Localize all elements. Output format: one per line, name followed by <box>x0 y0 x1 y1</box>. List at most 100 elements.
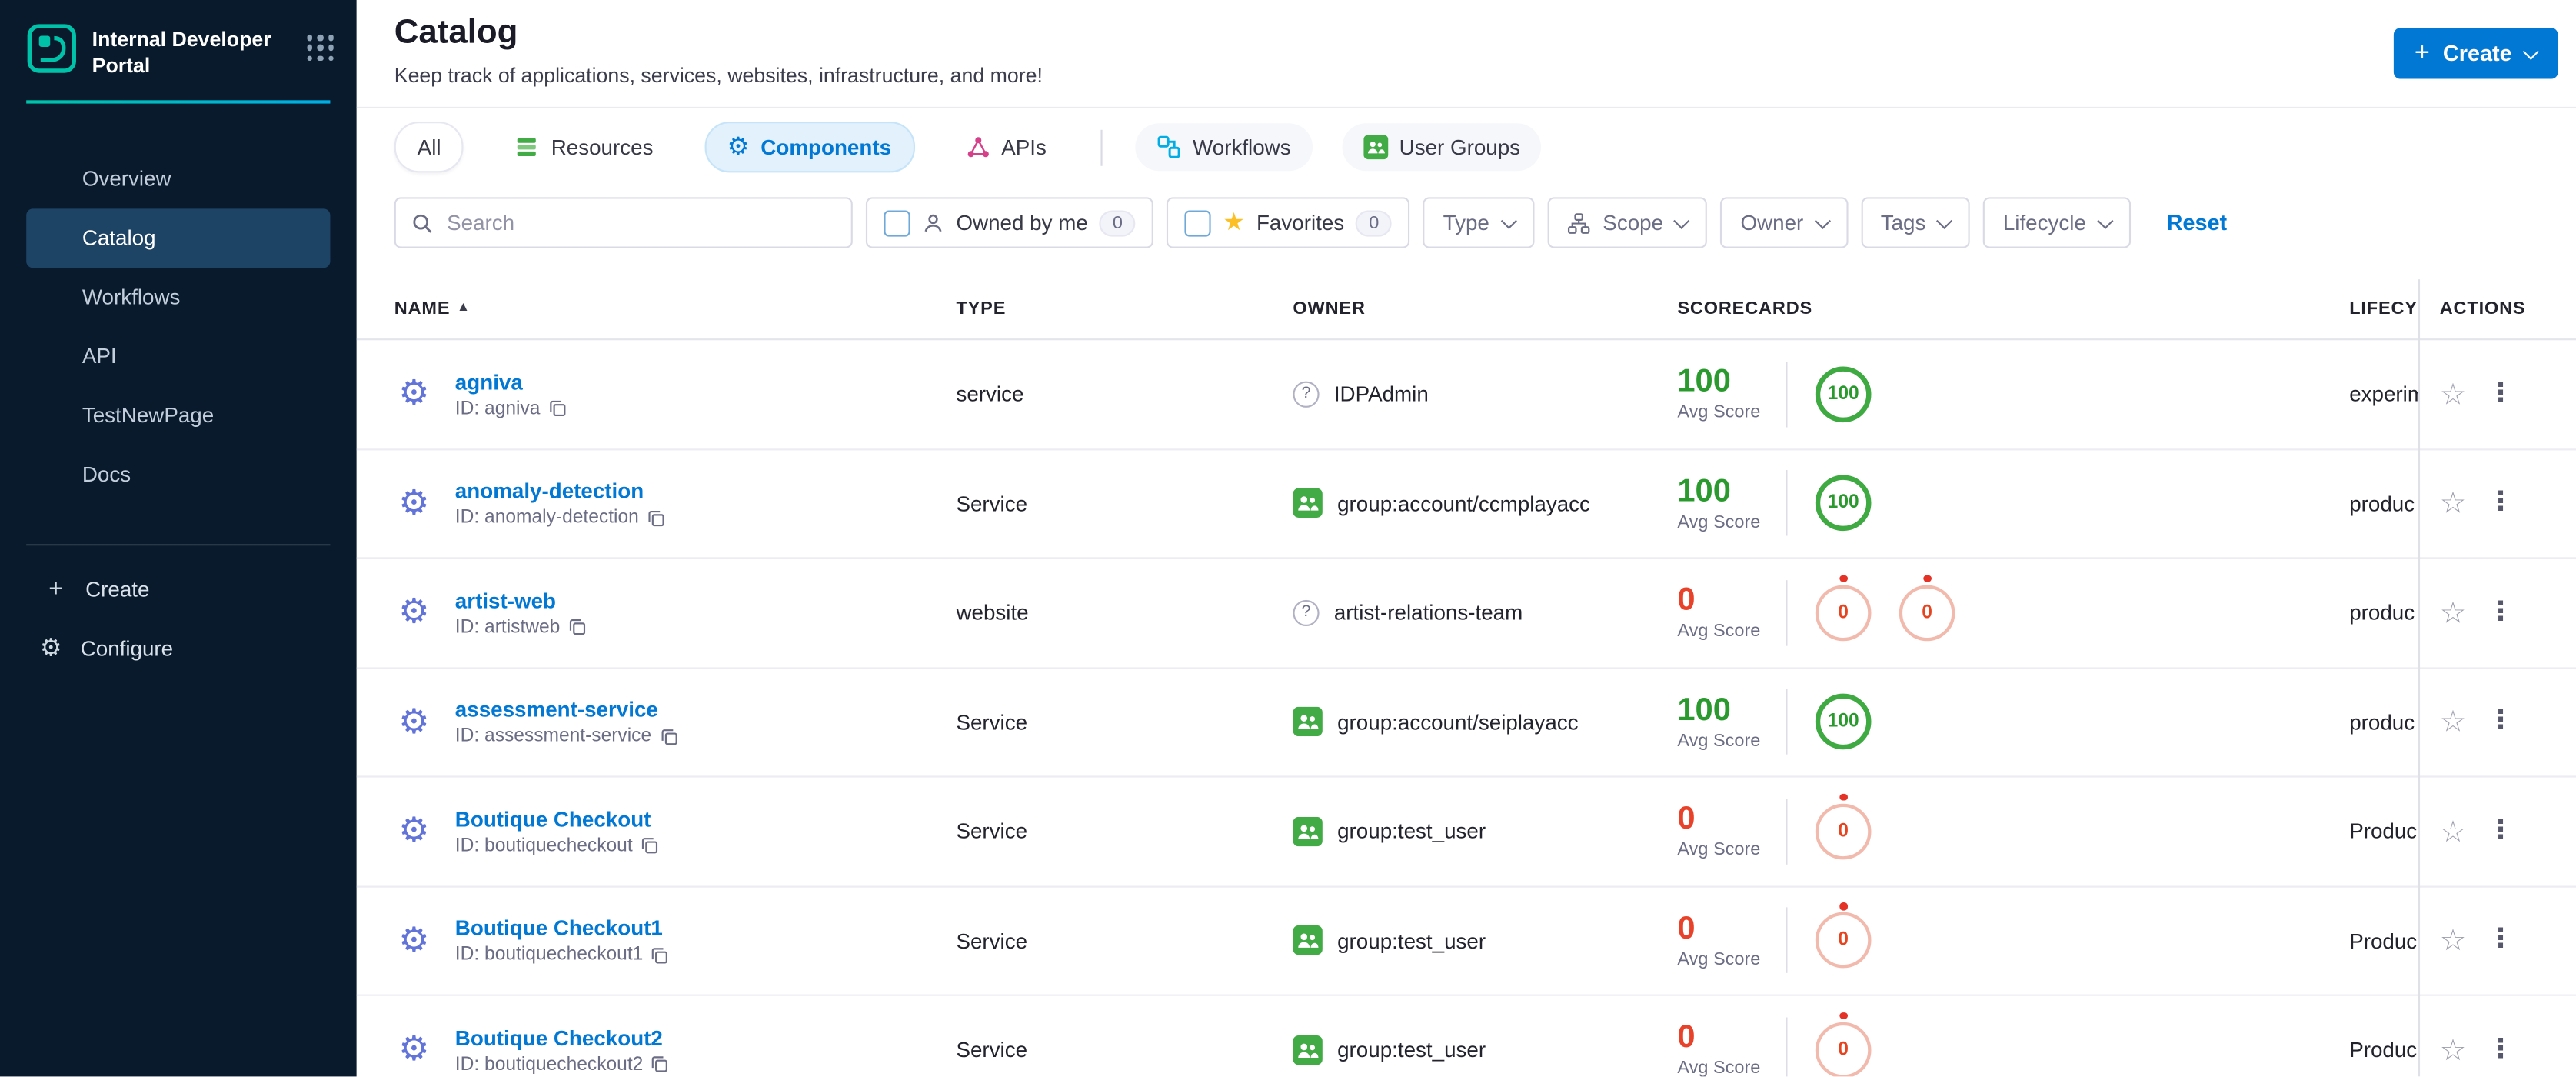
favorite-star-icon[interactable]: ☆ <box>2440 379 2466 408</box>
user-group-icon <box>1293 816 1323 846</box>
owner-cell: ? IDPAdmin <box>1293 381 1677 408</box>
type-dropdown[interactable]: Type <box>1423 197 1534 248</box>
table-row[interactable]: ⚙ assessment-service ID: assessment-servic… <box>356 668 2576 778</box>
row-menu-icon[interactable]: ⋮ <box>2488 926 2514 954</box>
avg-score-value: 0 <box>1677 1019 1696 1055</box>
table-row[interactable]: ⚙ Boutique Checkout1 ID: boutiquecheckout1… <box>356 887 2576 996</box>
chevron-down-icon <box>1674 212 1691 228</box>
lifecycle-cell: produc <box>2349 600 2415 625</box>
column-header-lifecycle[interactable]: LIFECYC <box>2349 299 2418 319</box>
score-divider <box>1786 470 1788 537</box>
entity-name-link[interactable]: assessment-service <box>455 697 678 722</box>
copy-icon[interactable] <box>568 619 587 637</box>
scorecard-badge[interactable]: 0 <box>1815 1012 1872 1077</box>
entity-id: ID: boutiquecheckout1 <box>455 945 670 965</box>
table-row[interactable]: ⚙ anomaly-detection ID: anomaly-detection S… <box>356 449 2576 559</box>
row-menu-icon[interactable]: ⋮ <box>2488 489 2514 516</box>
favorite-star-icon[interactable]: ☆ <box>2440 598 2466 627</box>
owned-by-me-checkbox[interactable] <box>884 209 910 236</box>
sidebar-create-button[interactable]: + Create <box>26 559 330 619</box>
user-group-icon <box>1363 135 1388 160</box>
sidebar-item-api[interactable]: API <box>26 326 330 385</box>
owned-by-me-filter[interactable]: Owned by me 0 <box>865 197 1154 248</box>
favorite-star-icon[interactable]: ☆ <box>2440 707 2466 736</box>
column-header-owner[interactable]: OWNER <box>1293 299 1677 319</box>
actions-cell: ☆ ⋮ <box>2418 925 2576 955</box>
scorecard-badge[interactable]: 100 <box>1815 365 1872 422</box>
tab-components[interactable]: ⚙ Components <box>704 122 914 173</box>
lifecycle-dropdown[interactable]: Lifecycle <box>1983 197 2131 248</box>
sidebar: Internal Developer Portal Overview Catal… <box>0 0 357 1077</box>
page-title: Catalog <box>394 13 518 52</box>
column-header-name[interactable]: NAME ▲ <box>357 299 957 319</box>
sidebar-item-overview[interactable]: Overview <box>26 148 330 208</box>
tab-apis[interactable]: APIs <box>944 123 1067 171</box>
lifecycle-cell: Produc <box>2349 928 2418 953</box>
favorite-star-icon[interactable]: ☆ <box>2440 1035 2466 1064</box>
favorites-checkbox[interactable] <box>1185 209 1212 236</box>
row-menu-icon[interactable]: ⋮ <box>2488 599 2514 625</box>
copy-icon[interactable] <box>647 509 666 528</box>
sidebar-item-testnewpage[interactable]: TestNewPage <box>26 385 330 445</box>
create-button[interactable]: + Create <box>2393 28 2558 79</box>
owner-dropdown[interactable]: Owner <box>1720 197 1848 248</box>
table-row[interactable]: ⚙ agniva ID: agniva service? IDPAdmin 100 Avg … <box>356 340 2576 450</box>
avg-score-label: Avg Score <box>1677 512 1761 533</box>
scorecard-badge[interactable]: 0 <box>1899 575 1955 641</box>
score-divider <box>1786 798 1788 865</box>
sidebar-item-workflows[interactable]: Workflows <box>26 267 330 326</box>
entity-name-link[interactable]: Boutique Checkout2 <box>455 1025 670 1050</box>
favorite-star-icon[interactable]: ☆ <box>2440 488 2466 518</box>
table-row[interactable]: ⚙ artist-web ID: artistweb website? artist-r… <box>356 559 2576 669</box>
table-row[interactable]: ⚙ Boutique Checkout ID: boutiquecheckout Se… <box>356 778 2576 887</box>
entity-name-link[interactable]: Boutique Checkout1 <box>455 916 670 941</box>
app-logo-icon[interactable] <box>26 23 77 74</box>
app-brand-title: Internal Developer Portal <box>92 28 271 78</box>
row-menu-icon[interactable]: ⋮ <box>2488 1036 2514 1063</box>
entity-name-link[interactable]: artist-web <box>455 588 587 612</box>
entity-name-link[interactable]: agniva <box>455 369 567 394</box>
owner-cell: group:account/ccmplayacc <box>1293 488 1677 518</box>
column-header-scorecards[interactable]: SCORECARDS <box>1677 299 2349 319</box>
scorecard-badge[interactable]: 0 <box>1815 902 1872 969</box>
entity-name-link[interactable]: anomaly-detection <box>455 478 665 503</box>
row-menu-icon[interactable]: ⋮ <box>2488 380 2514 407</box>
tab-resources[interactable]: Resources <box>494 123 674 171</box>
tab-all[interactable]: All <box>394 122 464 173</box>
search-input[interactable] <box>443 208 837 237</box>
copy-icon[interactable] <box>651 1055 670 1074</box>
reset-filters-link[interactable]: Reset <box>2167 210 2228 235</box>
page-subtitle: Keep track of applications, services, we… <box>394 64 1043 88</box>
column-header-type[interactable]: TYPE <box>956 299 1293 319</box>
scorecard-badge[interactable]: 100 <box>1815 694 1872 750</box>
favorites-filter[interactable]: ★ Favorites 0 <box>1167 197 1410 248</box>
catalog-table-body: ⚙ agniva ID: agniva service? IDPAdmin 100 Avg … <box>356 340 2576 1077</box>
tab-user-groups[interactable]: User Groups <box>1341 123 1542 172</box>
app-switcher-grid-icon[interactable] <box>307 34 334 62</box>
lifecycle-cell: Produc <box>2349 819 2418 844</box>
tags-dropdown[interactable]: Tags <box>1861 197 1971 248</box>
table-row[interactable]: ⚙ Boutique Checkout2 ID: boutiquecheckout2… <box>357 996 2576 1077</box>
name-cell: ⚙ Boutique Checkout ID: boutiquecheckout <box>357 806 957 856</box>
sidebar-configure-button[interactable]: ⚙ Configure <box>26 619 330 678</box>
scope-dropdown[interactable]: Scope <box>1546 197 1708 248</box>
copy-icon[interactable] <box>641 837 659 855</box>
row-menu-icon[interactable]: ⋮ <box>2488 817 2514 844</box>
type-cell: Service <box>956 491 1028 516</box>
alert-dot <box>1839 1012 1847 1020</box>
scorecard-badge[interactable]: 0 <box>1815 575 1872 641</box>
row-menu-icon[interactable]: ⋮ <box>2488 708 2514 735</box>
copy-icon[interactable] <box>548 400 567 418</box>
favorite-star-icon[interactable]: ☆ <box>2440 816 2466 845</box>
tab-workflows[interactable]: Workflows <box>1135 123 1313 172</box>
sidebar-item-docs[interactable]: Docs <box>26 445 330 504</box>
entity-name-link[interactable]: Boutique Checkout <box>455 806 659 831</box>
sidebar-item-catalog[interactable]: Catalog <box>26 208 331 268</box>
owner-cell: ? artist-relations-team <box>1293 599 1677 626</box>
favorite-star-icon[interactable]: ☆ <box>2440 925 2466 955</box>
copy-icon[interactable] <box>651 946 670 965</box>
scorecard-badge[interactable]: 0 <box>1815 793 1872 859</box>
copy-icon[interactable] <box>660 728 678 746</box>
type-cell: Service <box>956 709 1028 735</box>
scorecard-badge[interactable]: 100 <box>1815 475 1872 532</box>
